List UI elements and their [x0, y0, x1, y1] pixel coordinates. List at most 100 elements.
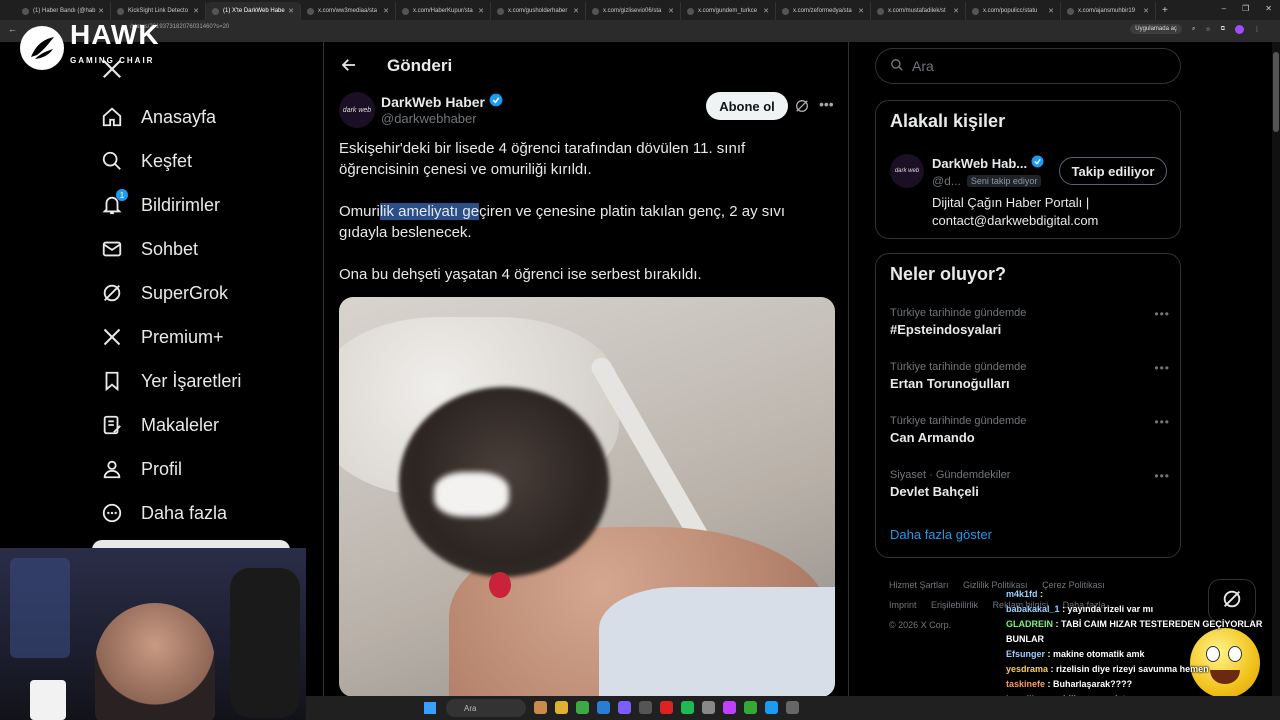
- author-handle[interactable]: @darkwebhaber: [381, 111, 477, 126]
- post-media-image[interactable]: [339, 297, 835, 697]
- close-tab-icon[interactable]: ✕: [953, 7, 959, 15]
- tab-label: x.com/ajansmuhbir19: [1078, 8, 1136, 14]
- grok-icon[interactable]: [794, 98, 810, 119]
- browser-tab[interactable]: (1) Haber Bandı (@hab ✕: [16, 2, 111, 20]
- browser-tab[interactable]: x.com/ajansmuhbir19 ✕: [1061, 2, 1156, 20]
- start-icon[interactable]: [424, 702, 436, 714]
- tab-label: x.com/gizlisevio06/sta: [603, 8, 662, 14]
- back-nav-icon[interactable]: ←: [8, 24, 17, 34]
- hawk-logo-icon: [20, 26, 64, 70]
- trend-item[interactable]: Türkiye tarihinde gündemde Ertan Torunoğ…: [890, 361, 1170, 391]
- close-tab-icon[interactable]: ✕: [1048, 7, 1054, 15]
- close-tab-icon[interactable]: ✕: [383, 7, 389, 15]
- app-icon[interactable]: [786, 701, 799, 714]
- nav-articles[interactable]: Makaleler: [100, 403, 241, 447]
- more-icon[interactable]: •••: [819, 96, 834, 112]
- post-paragraph: Eskişehir'deki bir lisede 4 öğrenci tara…: [339, 140, 746, 178]
- chat-username: yesdrama: [1006, 664, 1049, 674]
- new-tab-icon[interactable]: +: [1162, 5, 1168, 16]
- avatar[interactable]: dark web: [890, 154, 924, 188]
- open-in-app-button[interactable]: Uygulamada aç: [1130, 24, 1182, 34]
- zoom-icon[interactable]: ⌕: [1192, 26, 1195, 33]
- footer-link[interactable]: Erişilebilirlik: [931, 600, 978, 610]
- nav-label: Yer İşaretleri: [141, 370, 242, 391]
- page-scrollbar[interactable]: [1272, 42, 1280, 720]
- browser-tab[interactable]: x.com/mustafadilek/st ✕: [871, 2, 966, 20]
- nav-more[interactable]: Daha fazla: [100, 491, 241, 535]
- footer-link[interactable]: Hizmet Şartları: [889, 580, 949, 590]
- app-icon[interactable]: [639, 701, 652, 714]
- chrome-icon[interactable]: [576, 701, 589, 714]
- image-region: [489, 572, 511, 598]
- more-icon[interactable]: •••: [1154, 307, 1170, 321]
- nav-messages[interactable]: Sohbet: [100, 227, 241, 271]
- show-more-link[interactable]: Daha fazla göster: [890, 527, 992, 542]
- browser-tab[interactable]: x.com/ww3mediaa/sta ✕: [301, 2, 396, 20]
- nav-bookmarks[interactable]: Yer İşaretleri: [100, 359, 241, 403]
- nav-explore[interactable]: Keşfet: [100, 139, 241, 183]
- minimize-icon[interactable]: –: [1222, 4, 1226, 13]
- trend-item[interactable]: Türkiye tarihinde gündemde Can Armando •…: [890, 415, 1170, 445]
- related-user-handle[interactable]: @d... Seni takip ediyor: [932, 174, 1042, 188]
- close-tab-icon[interactable]: ✕: [288, 7, 294, 15]
- discord-icon[interactable]: [618, 701, 631, 714]
- chat-message: Efsunger : makine otomatik amk: [1006, 647, 1268, 662]
- browser-tab[interactable]: (1) X'te DarkWeb Habe ✕: [206, 2, 301, 20]
- more-icon[interactable]: •••: [1154, 361, 1170, 375]
- app-icon[interactable]: [702, 701, 715, 714]
- app-icon[interactable]: [660, 701, 673, 714]
- app-icon[interactable]: [744, 701, 757, 714]
- app-icon[interactable]: [765, 701, 778, 714]
- nav-home[interactable]: Anasayfa: [100, 95, 241, 139]
- close-tab-icon[interactable]: ✕: [193, 7, 199, 15]
- folder-icon[interactable]: [555, 701, 568, 714]
- close-tab-icon[interactable]: ✕: [98, 7, 104, 15]
- nav-label: Bildirimler: [141, 194, 221, 215]
- browser-tab[interactable]: KickSight Link Detecto ✕: [111, 2, 206, 20]
- browser-tab[interactable]: x.com/gizlisevio06/sta ✕: [586, 2, 681, 20]
- close-window-icon[interactable]: ✕: [1265, 4, 1272, 13]
- back-arrow-icon[interactable]: [340, 56, 358, 79]
- app-icon[interactable]: [534, 701, 547, 714]
- more-icon[interactable]: •••: [1154, 415, 1170, 429]
- sidebar-nav: Anasayfa Keşfet 1 Bildirimler Sohbet Sup…: [100, 95, 241, 535]
- nav-label: Anasayfa: [141, 106, 217, 127]
- footer-link[interactable]: Imprint: [889, 600, 917, 610]
- extensions-icon[interactable]: ⧉: [1221, 26, 1225, 33]
- close-tab-icon[interactable]: ✕: [858, 7, 864, 15]
- browser-tab[interactable]: x.com/HaberKupur/sta ✕: [396, 2, 491, 20]
- avatar[interactable]: dark web: [339, 92, 375, 128]
- trends-card: Neler oluyor? Türkiye tarihinde gündemde…: [875, 253, 1181, 558]
- nav-profile[interactable]: Profil: [100, 447, 241, 491]
- taskbar-search[interactable]: Ara: [446, 699, 526, 717]
- profile-icon[interactable]: [1235, 24, 1244, 34]
- search-input[interactable]: Ara: [875, 48, 1181, 84]
- favicon-icon: [212, 7, 219, 15]
- nav-notifications[interactable]: 1 Bildirimler: [100, 183, 241, 227]
- nav-premium[interactable]: Premium+: [100, 315, 241, 359]
- close-tab-icon[interactable]: ✕: [1143, 7, 1149, 15]
- author-name[interactable]: DarkWeb Haber: [381, 93, 503, 110]
- following-button[interactable]: Takip ediliyor: [1059, 157, 1167, 185]
- spotify-icon[interactable]: [681, 701, 694, 714]
- close-tab-icon[interactable]: ✕: [763, 7, 769, 15]
- nav-supergrok[interactable]: SuperGrok: [100, 271, 241, 315]
- trend-item[interactable]: Siyaset · Gündemdekiler Devlet Bahçeli •…: [890, 469, 1170, 499]
- edge-icon[interactable]: [597, 701, 610, 714]
- maximize-icon[interactable]: ❐: [1242, 4, 1249, 13]
- app-icon[interactable]: [723, 701, 736, 714]
- browser-tab[interactable]: x.com/gusholderhaber ✕: [491, 2, 586, 20]
- scrollbar-thumb[interactable]: [1273, 52, 1279, 132]
- browser-tab[interactable]: x.com/zeformedya/sta ✕: [776, 2, 871, 20]
- star-icon[interactable]: ☆: [1205, 26, 1210, 33]
- trend-item[interactable]: Türkiye tarihinde gündemde #Epsteindosya…: [890, 307, 1170, 337]
- subscribe-button[interactable]: Abone ol: [706, 92, 788, 120]
- close-tab-icon[interactable]: ✕: [573, 7, 579, 15]
- close-tab-icon[interactable]: ✕: [478, 7, 484, 15]
- browser-tab[interactable]: x.com/gundem_turkce ✕: [681, 2, 776, 20]
- more-icon[interactable]: •••: [1154, 469, 1170, 483]
- menu-icon[interactable]: ⋮: [1254, 26, 1260, 33]
- related-user-name[interactable]: DarkWeb Hab...: [932, 155, 1044, 171]
- close-tab-icon[interactable]: ✕: [668, 7, 674, 15]
- browser-tab[interactable]: x.com/populicc/statu ✕: [966, 2, 1061, 20]
